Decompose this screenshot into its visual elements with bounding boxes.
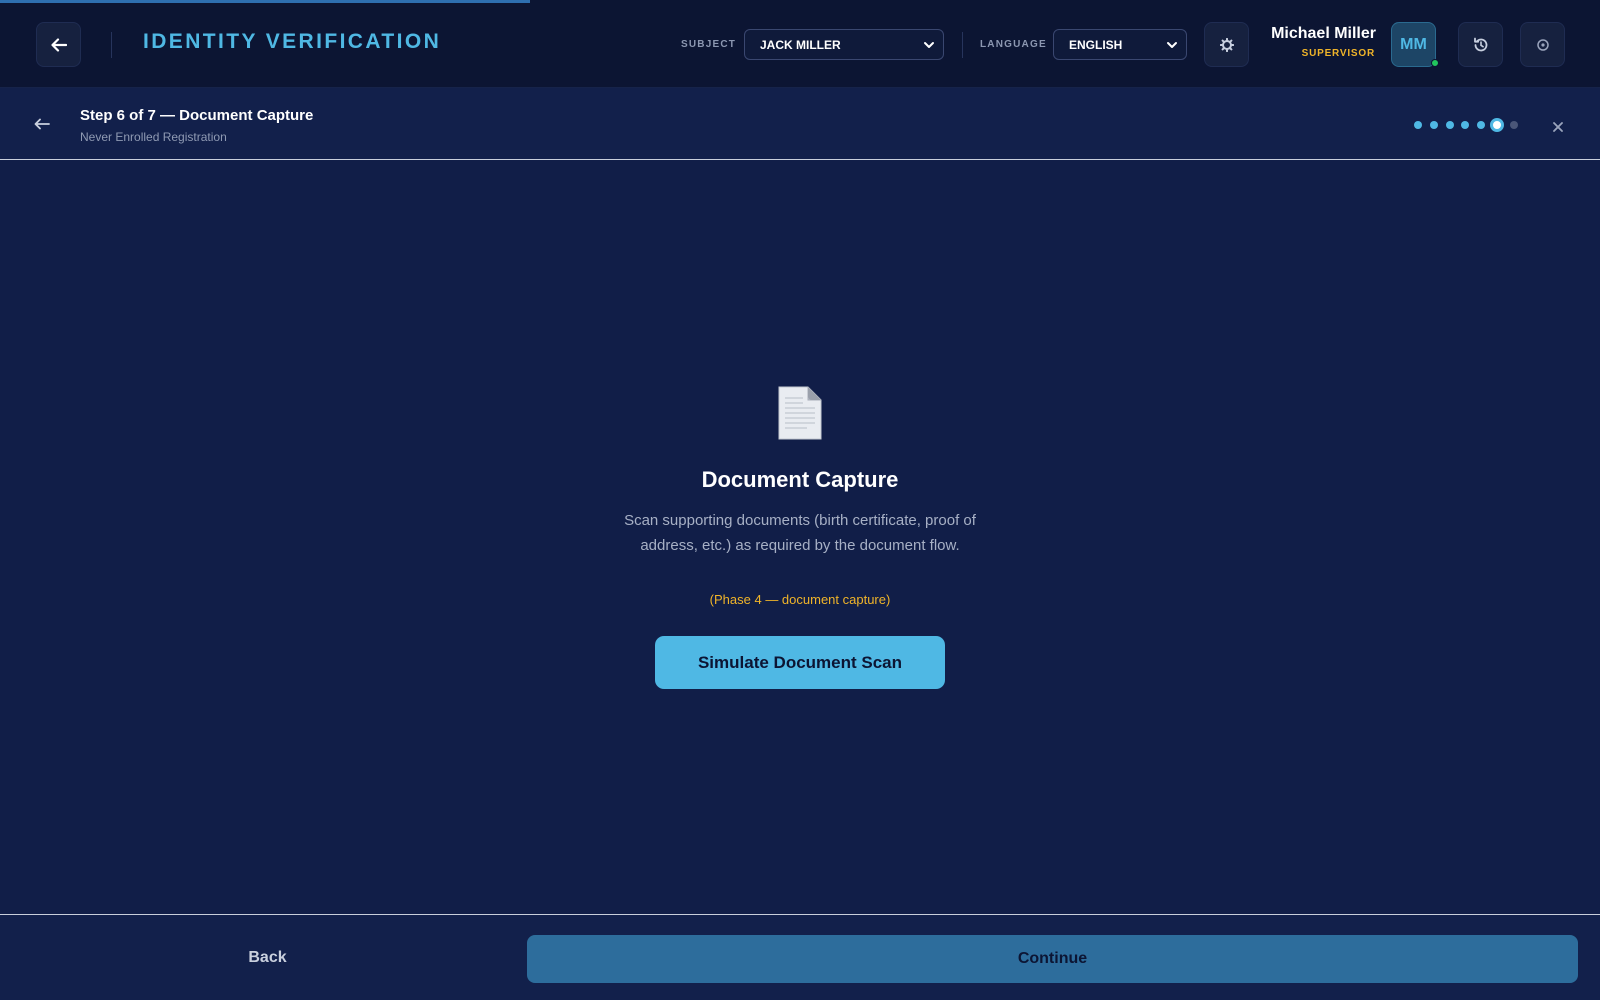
step-dot-current	[1490, 118, 1504, 132]
step-dot	[1477, 121, 1485, 129]
step-progress-dots	[1414, 118, 1524, 132]
app-title: IDENTITY VERIFICATION	[143, 30, 442, 53]
step-dot	[1430, 121, 1438, 129]
step-dot	[1446, 121, 1454, 129]
language-select-value: ENGLISH	[1069, 37, 1123, 52]
step-back-button[interactable]	[30, 112, 54, 136]
document-icon	[778, 386, 822, 440]
close-button[interactable]	[1547, 116, 1569, 138]
back-button[interactable]	[36, 22, 81, 67]
top-progress-bar	[0, 0, 530, 3]
step-subtitle: Never Enrolled Registration	[80, 130, 227, 144]
continue-button[interactable]: Continue	[527, 935, 1578, 983]
gear-icon	[1219, 37, 1234, 52]
simulate-document-scan-button[interactable]: Simulate Document Scan	[655, 636, 945, 689]
arrow-left-icon	[50, 37, 67, 52]
step-dot	[1510, 121, 1518, 129]
footer-back-button[interactable]: Back	[200, 934, 335, 982]
subject-select[interactable]: JACK MILLER	[744, 29, 944, 60]
language-select[interactable]: ENGLISH	[1053, 29, 1187, 60]
step-dot	[1414, 121, 1422, 129]
history-button[interactable]	[1458, 22, 1503, 67]
step-header: Step 6 of 7 — Document Capture Never Enr…	[0, 88, 1600, 160]
header-divider	[111, 32, 112, 58]
phase-note: (Phase 4 — document capture)	[709, 592, 891, 607]
content-description: Scan supporting documents (birth certifi…	[624, 512, 976, 554]
power-button[interactable]	[1520, 22, 1565, 67]
step-title: Step 6 of 7 — Document Capture	[80, 107, 314, 124]
online-status-dot	[1431, 59, 1439, 67]
footer: Back Continue	[0, 914, 1600, 1000]
settings-button[interactable]	[1204, 22, 1249, 67]
content-title: Document Capture	[701, 467, 899, 492]
arrow-left-icon	[34, 118, 50, 130]
subject-label: SUBJECT	[681, 39, 737, 50]
history-icon	[1473, 37, 1487, 51]
user-role: SUPERVISOR	[1301, 48, 1375, 59]
step-dot	[1461, 121, 1469, 129]
top-header: IDENTITY VERIFICATION SUBJECT JACK MILLE…	[0, 0, 1600, 88]
close-icon	[1553, 122, 1563, 132]
power-icon	[1536, 38, 1549, 51]
user-name: Michael Miller	[1271, 25, 1376, 42]
avatar[interactable]: MM	[1391, 22, 1436, 67]
header-divider	[962, 32, 963, 58]
subject-select-value: JACK MILLER	[760, 37, 841, 52]
chevron-down-icon	[1167, 42, 1177, 48]
chevron-down-icon	[924, 42, 934, 48]
language-label: LANGUAGE	[980, 39, 1047, 50]
